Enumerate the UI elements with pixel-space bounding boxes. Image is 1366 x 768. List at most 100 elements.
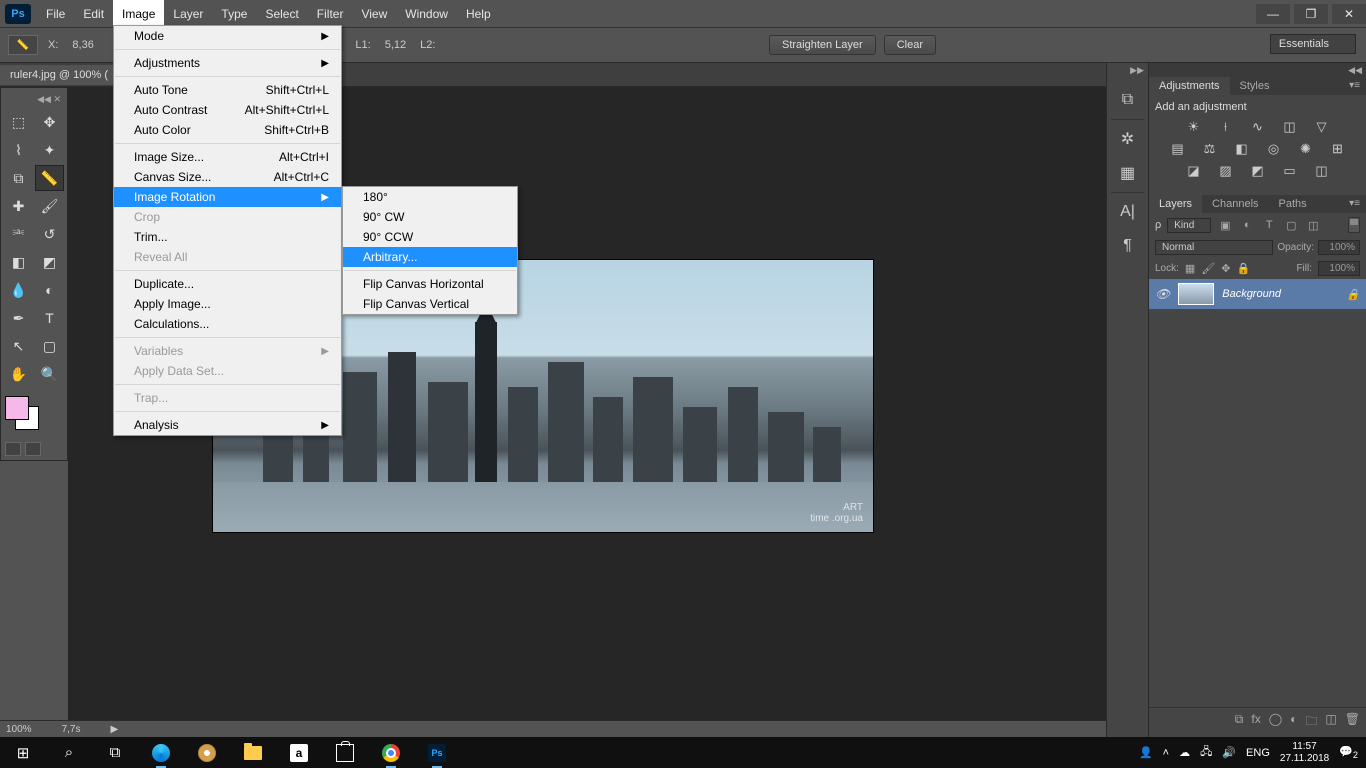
- menu-edit[interactable]: Edit: [74, 0, 113, 27]
- volume-icon[interactable]: 🔊: [1222, 746, 1236, 759]
- menu-select[interactable]: Select: [256, 0, 307, 27]
- paragraph-panel-icon[interactable]: ¶: [1113, 231, 1143, 261]
- close-button[interactable]: ✕: [1332, 4, 1366, 24]
- lasso-tool[interactable]: ⌇: [4, 137, 33, 163]
- quickmask-icon[interactable]: [5, 442, 21, 456]
- menu-analysis[interactable]: Analysis▶: [114, 415, 341, 435]
- language-indicator[interactable]: ENG: [1246, 747, 1270, 759]
- search-button[interactable]: ⌕: [46, 737, 92, 768]
- ruler-tool-icon[interactable]: 📏: [8, 35, 38, 55]
- menu-trim[interactable]: Trim...: [114, 227, 341, 247]
- people-icon[interactable]: 👤: [1139, 746, 1153, 759]
- blend-mode[interactable]: Normal: [1155, 240, 1273, 255]
- photoshop-app-icon[interactable]: Ps: [414, 737, 460, 768]
- timing-info[interactable]: 7,7s: [62, 724, 81, 735]
- menu-mode[interactable]: Mode▶: [114, 26, 341, 46]
- start-button[interactable]: ⊞: [0, 737, 46, 768]
- task-view-button[interactable]: ⧉: [92, 737, 138, 768]
- paint-app-icon[interactable]: [184, 737, 230, 768]
- tab-styles[interactable]: Styles: [1230, 77, 1280, 95]
- lock-position-icon[interactable]: ✥: [1221, 262, 1230, 275]
- toolbox-collapse[interactable]: ◀◀ ✕: [3, 92, 65, 106]
- shape-tool[interactable]: ▢: [35, 333, 64, 359]
- menu-help[interactable]: Help: [457, 0, 500, 27]
- menu-apply-image[interactable]: Apply Image...: [114, 294, 341, 314]
- lock-pixels-icon[interactable]: ▦: [1185, 262, 1195, 275]
- onedrive-icon[interactable]: ☁: [1179, 746, 1190, 759]
- foreground-color[interactable]: [5, 396, 29, 420]
- zoom-level[interactable]: 100%: [6, 724, 32, 735]
- ruler-tool[interactable]: 📏: [35, 165, 64, 191]
- adjustments-collapse[interactable]: ◀◀: [1149, 63, 1366, 77]
- flip-horizontal[interactable]: Flip Canvas Horizontal: [343, 274, 517, 294]
- hue-icon[interactable]: ▤: [1168, 141, 1188, 157]
- levels-icon[interactable]: ⟊: [1216, 119, 1236, 135]
- threshold-icon[interactable]: ◩: [1248, 163, 1268, 179]
- lock-paint-icon[interactable]: 🖌: [1201, 262, 1215, 275]
- menu-filter[interactable]: Filter: [308, 0, 353, 27]
- edge-app-icon[interactable]: [138, 737, 184, 768]
- rotate-90ccw[interactable]: 90° CCW: [343, 227, 517, 247]
- link-layers-icon[interactable]: ⧉: [1235, 712, 1244, 733]
- character-panel-icon[interactable]: A|: [1113, 197, 1143, 227]
- minimize-button[interactable]: —: [1256, 4, 1290, 24]
- crop-tool[interactable]: ⧉: [4, 165, 33, 191]
- type-tool[interactable]: T: [35, 305, 64, 331]
- filter-smart-icon[interactable]: ◫: [1305, 218, 1321, 232]
- menu-canvas-size[interactable]: Canvas Size...Alt+Ctrl+C: [114, 167, 341, 187]
- filter-adjust-icon[interactable]: ◐: [1239, 218, 1255, 232]
- magic-wand-tool[interactable]: ✦: [35, 137, 64, 163]
- balance-icon[interactable]: ⚖: [1200, 141, 1220, 157]
- layer-background[interactable]: 👁 Background 🔒: [1149, 279, 1366, 309]
- straighten-button[interactable]: Straighten Layer: [769, 35, 876, 55]
- clock[interactable]: 11:5727.11.2018: [1280, 741, 1329, 765]
- posterize-icon[interactable]: ▨: [1216, 163, 1236, 179]
- tab-adjustments[interactable]: Adjustments: [1149, 77, 1230, 95]
- rotate-arbitrary[interactable]: Arbitrary...: [343, 247, 517, 267]
- invert-icon[interactable]: ◪: [1184, 163, 1204, 179]
- path-select-tool[interactable]: ↖: [4, 333, 33, 359]
- explorer-app-icon[interactable]: [230, 737, 276, 768]
- chrome-app-icon[interactable]: [368, 737, 414, 768]
- menu-adjustments[interactable]: Adjustments▶: [114, 53, 341, 73]
- channel-mixer-icon[interactable]: ✺: [1296, 141, 1316, 157]
- brush-tool[interactable]: 🖌: [35, 193, 64, 219]
- menu-file[interactable]: File: [37, 0, 74, 27]
- swatches-panel-icon[interactable]: ▦: [1113, 158, 1143, 188]
- lookup-icon[interactable]: ⊞: [1328, 141, 1348, 157]
- tab-channels[interactable]: Channels: [1202, 195, 1268, 213]
- visibility-icon[interactable]: 👁: [1155, 287, 1170, 301]
- fx-icon[interactable]: fx: [1251, 712, 1260, 733]
- curves-icon[interactable]: ∿: [1248, 119, 1268, 135]
- selective-color-icon[interactable]: ◫: [1312, 163, 1332, 179]
- tray-up-icon[interactable]: ˄: [1163, 747, 1169, 759]
- gradient-map-icon[interactable]: ▭: [1280, 163, 1300, 179]
- rotate-180[interactable]: 180°: [343, 187, 517, 207]
- move-tool[interactable]: ✥: [35, 109, 64, 135]
- delete-layer-icon[interactable]: 🗑: [1345, 712, 1360, 733]
- menu-image-size[interactable]: Image Size...Alt+Ctrl+I: [114, 147, 341, 167]
- pen-tool[interactable]: ✒: [4, 305, 33, 331]
- screenmode-icon[interactable]: [25, 442, 41, 456]
- menu-window[interactable]: Window: [396, 0, 457, 27]
- zoom-tool[interactable]: 🔍: [35, 361, 64, 387]
- lock-all-icon[interactable]: 🔒: [1237, 262, 1251, 275]
- menu-auto-tone[interactable]: Auto ToneShift+Ctrl+L: [114, 80, 341, 100]
- menu-view[interactable]: View: [352, 0, 396, 27]
- color-panel-icon[interactable]: ✲: [1113, 124, 1143, 154]
- blur-tool[interactable]: 💧: [4, 277, 33, 303]
- dodge-tool[interactable]: ◐: [35, 277, 64, 303]
- menu-duplicate[interactable]: Duplicate...: [114, 274, 341, 294]
- fill-value[interactable]: 100%: [1318, 261, 1360, 276]
- filter-pixel-icon[interactable]: ▣: [1217, 218, 1233, 232]
- history-brush-tool[interactable]: ↺: [35, 221, 64, 247]
- bw-icon[interactable]: ◧: [1232, 141, 1252, 157]
- new-layer-icon[interactable]: ◫: [1325, 712, 1336, 733]
- menu-auto-color[interactable]: Auto ColorShift+Ctrl+B: [114, 120, 341, 140]
- amazon-app-icon[interactable]: a: [276, 737, 322, 768]
- eraser-tool[interactable]: ◧: [4, 249, 33, 275]
- workspace-selector[interactable]: Essentials: [1270, 34, 1356, 54]
- opacity-value[interactable]: 100%: [1318, 240, 1360, 255]
- exposure-icon[interactable]: ◫: [1280, 119, 1300, 135]
- tab-layers[interactable]: Layers: [1149, 195, 1202, 213]
